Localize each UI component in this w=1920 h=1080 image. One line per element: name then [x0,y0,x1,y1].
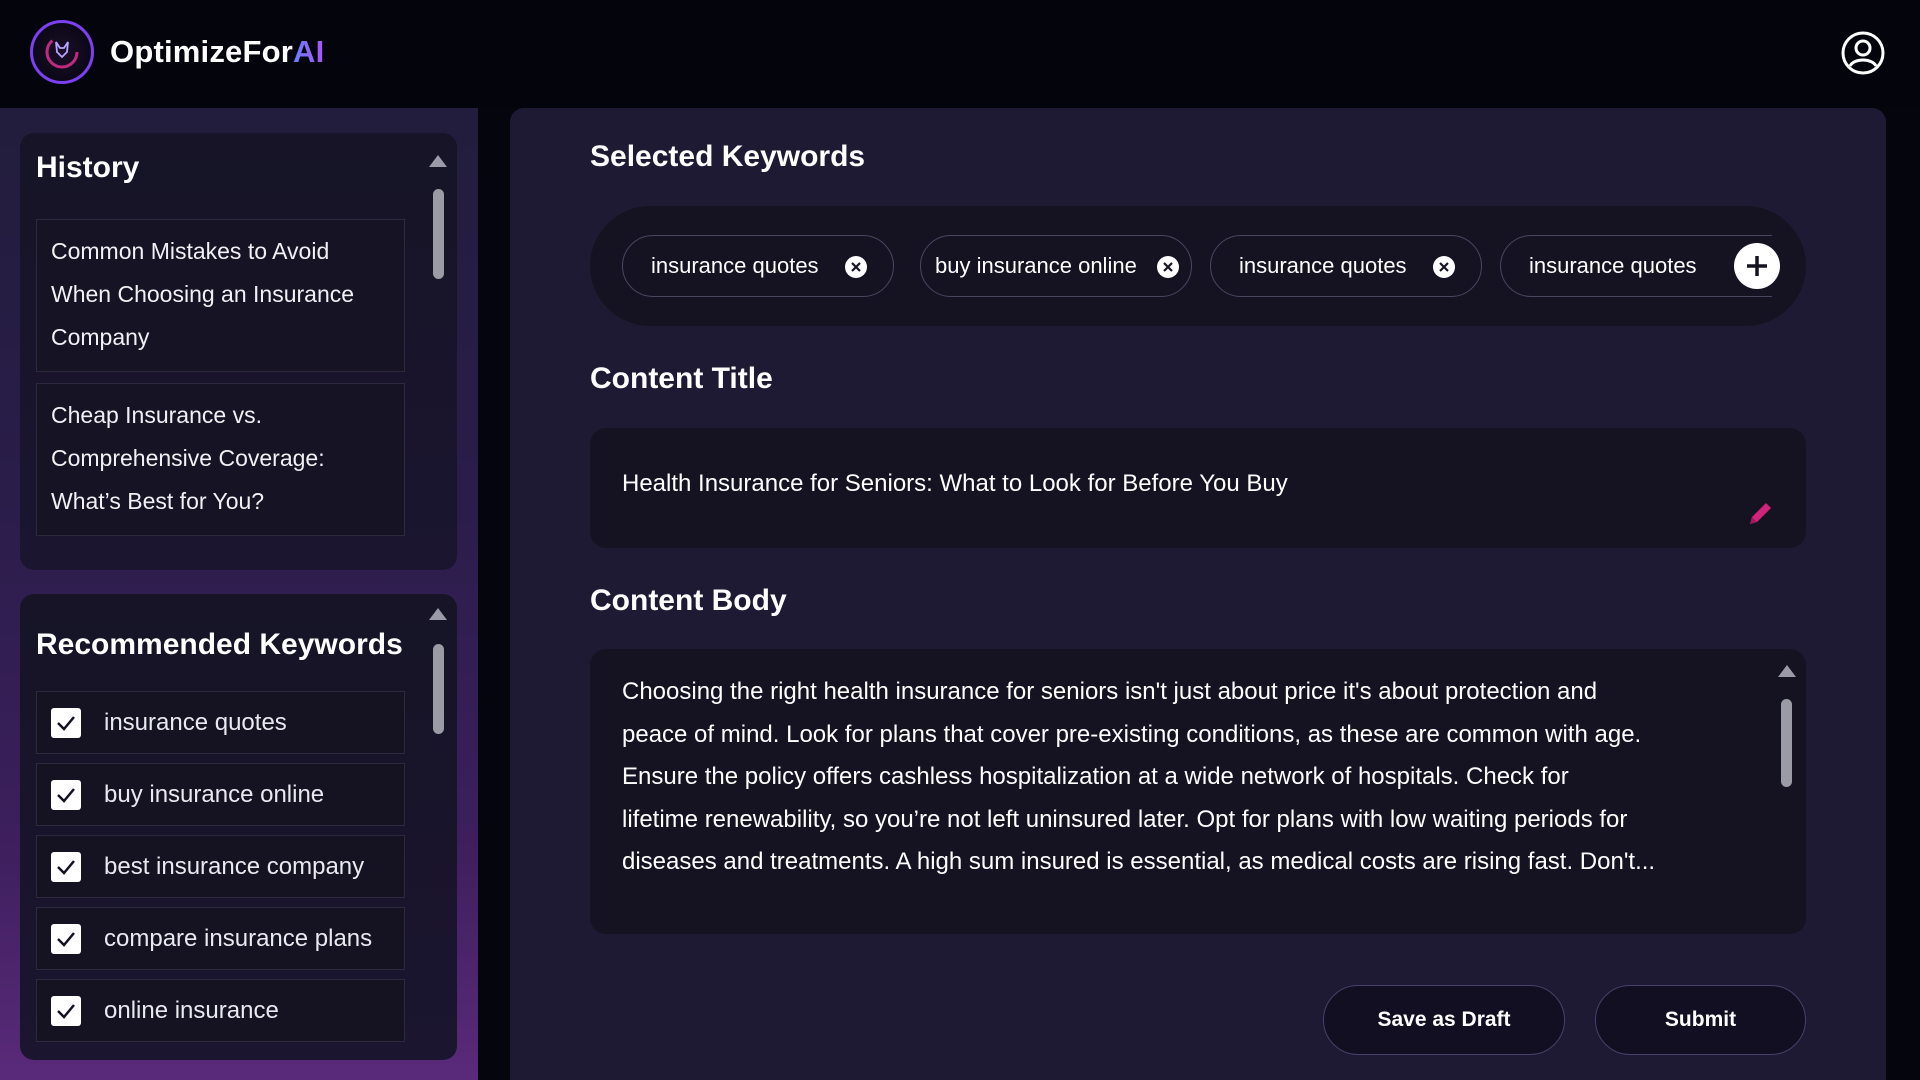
keyword-label: best insurance company [104,852,365,880]
keyword-checkbox[interactable] [51,851,81,882]
close-circle-icon[interactable] [1157,256,1179,278]
keyword-label: online insurance [104,996,279,1024]
keyword-chip[interactable]: insurance quotes [1210,235,1482,297]
keyword-item[interactable]: buy insurance online [36,763,405,826]
keyword-label: compare insurance plans [104,924,373,952]
content-body-field[interactable]: Choosing the right health insurance for … [590,649,1806,934]
content-title-heading: Content Title [590,362,773,395]
keyword-checkbox[interactable] [51,923,81,954]
keyword-item[interactable]: best insurance company [36,835,405,898]
plus-circle-icon[interactable] [1734,243,1780,289]
keyword-item[interactable]: insurance quotes [36,691,405,754]
history-card: History Common Mistakes to Avoid When Ch… [20,133,457,570]
submit-button[interactable]: Submit [1595,985,1806,1055]
top-bar: OptimizeForAI [0,0,1920,108]
content-body-scrollbar[interactable] [1781,699,1792,787]
keyword-checkbox[interactable] [51,779,81,810]
main-editor-panel: Selected Keywords insurance quotes buy i… [510,108,1886,1080]
recommended-keywords-title: Recommended Keywords [36,628,403,661]
keyword-checkbox[interactable] [51,707,81,738]
recommended-keywords-card: Recommended Keywords insurance quotes bu… [20,594,457,1060]
scroll-up-icon[interactable] [429,608,447,620]
close-circle-icon[interactable] [845,256,867,278]
fox-logo-icon [30,20,94,84]
keyword-item[interactable]: online insurance [36,979,405,1042]
check-icon [57,931,75,947]
keyword-chip[interactable]: insurance quotes [1500,235,1772,297]
history-scrollbar[interactable] [433,189,444,279]
close-circle-icon[interactable] [1433,256,1455,278]
history-title: History [36,151,140,184]
keyword-chip[interactable]: insurance quotes [622,235,894,297]
save-draft-button[interactable]: Save as Draft [1323,985,1565,1055]
selected-keywords-bar: insurance quotes buy insurance online in… [590,206,1806,326]
selected-keywords-heading: Selected Keywords [590,140,866,173]
check-icon [57,859,75,875]
content-body-heading: Content Body [590,584,787,617]
keyword-checkbox[interactable] [51,995,81,1026]
scroll-up-icon[interactable] [429,155,447,167]
brand[interactable]: OptimizeForAI [30,20,324,84]
user-circle-icon[interactable] [1840,30,1886,76]
scroll-up-icon[interactable] [1778,665,1796,677]
content-body-text: Choosing the right health insurance for … [622,678,1656,875]
left-sidebar: History Common Mistakes to Avoid When Ch… [0,108,478,1080]
pencil-icon[interactable] [1746,498,1776,528]
keyword-item[interactable]: compare insurance plans [36,907,405,970]
check-icon [57,715,75,731]
keyword-label: buy insurance online [104,780,325,808]
keywords-scrollbar[interactable] [433,644,444,734]
keyword-chip[interactable]: buy insurance online [920,235,1192,297]
content-title-value: Health Insurance for Seniors: What to Lo… [622,470,1288,497]
history-item[interactable]: Common Mistakes to Avoid When Choosing a… [36,219,405,372]
brand-name: OptimizeForAI [110,34,325,69]
content-title-field[interactable]: Health Insurance for Seniors: What to Lo… [590,428,1806,548]
check-icon [57,1003,75,1019]
history-item[interactable]: Cheap Insurance vs. Comprehensive Covera… [36,383,405,536]
keyword-label: insurance quotes [104,708,287,736]
check-icon [57,787,75,803]
